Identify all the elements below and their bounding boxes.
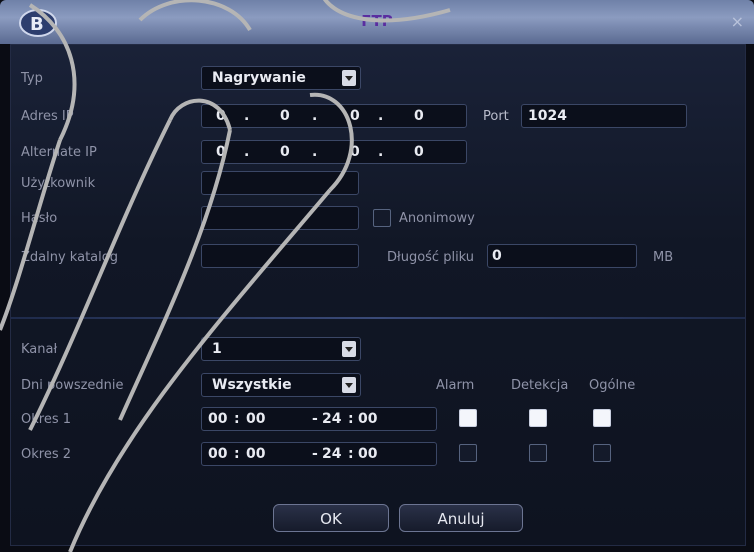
- annotation-strokes: [0, 0, 451, 552]
- ftp-dialog: B FTP × Typ Nagrywanie Adres IP 0 . 0 . …: [0, 0, 754, 552]
